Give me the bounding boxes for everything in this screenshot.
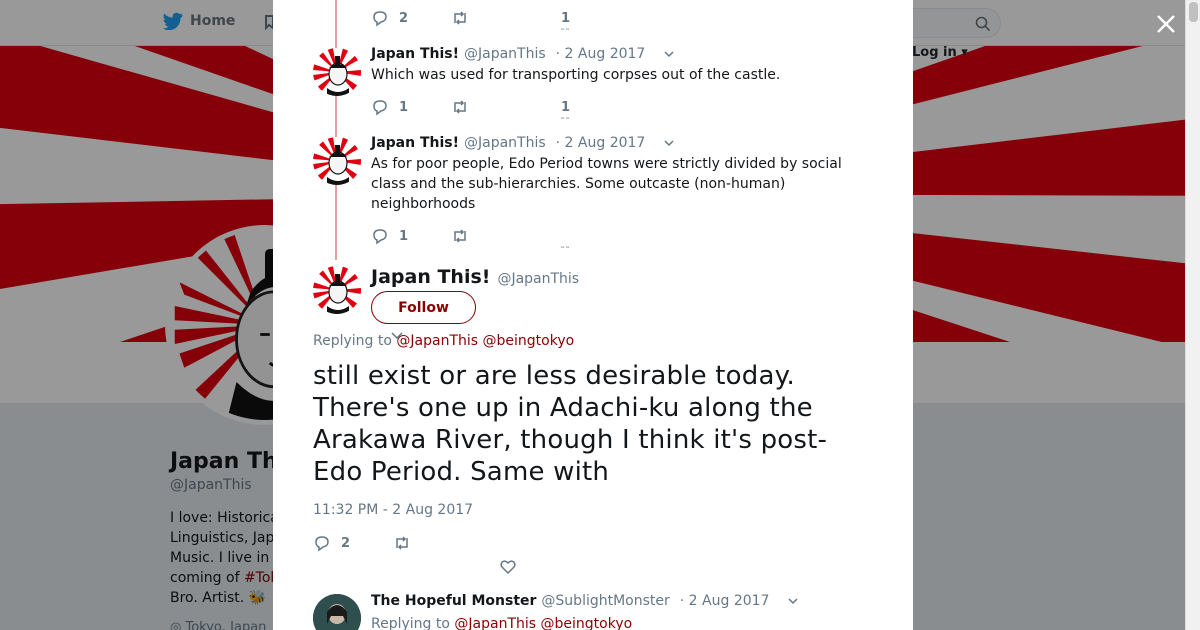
tweet-permalink-modal: 2 1 ˜˜ Japan This! @JapanThis · 2 Aug 20… — [273, 0, 913, 630]
reply-button[interactable]: 1 — [371, 227, 408, 245]
tweet-actions: 1 1 — [371, 98, 591, 118]
like-heart-icon[interactable] — [499, 558, 517, 576]
main-tweet-actions: 2 — [313, 534, 553, 556]
wave-glyph: ˜˜ — [560, 117, 570, 128]
tweet-author-name[interactable]: Japan This! — [371, 135, 459, 151]
retweet-icon — [454, 229, 466, 243]
retweet-icon — [396, 536, 408, 550]
like-count: 1 — [561, 11, 571, 26]
retweet-button[interactable] — [451, 9, 469, 27]
wave-glyph: ˜˜ — [560, 28, 570, 39]
tweet-author-handle[interactable]: @JapanThis — [464, 46, 546, 62]
thread-connector-line — [335, 0, 337, 260]
reply-button[interactable]: 1 — [371, 98, 408, 116]
retweet-button[interactable] — [393, 534, 411, 552]
main-tweet-author[interactable]: Japan This! @JapanThis — [371, 266, 579, 288]
wave-glyph: ˜˜ — [560, 246, 570, 257]
replying-to: Replying to @JapanThis @beingtokyo — [371, 616, 633, 630]
login-link[interactable]: Log in ▾ — [912, 45, 968, 60]
tweet-author-handle[interactable]: @SublightMonster — [541, 593, 669, 609]
tweet-author-name[interactable]: The Hopeful Monster — [371, 593, 536, 609]
chevron-down-icon[interactable] — [663, 48, 675, 60]
mention-link[interactable]: @beingtokyo — [541, 616, 633, 630]
retweet-button[interactable] — [451, 98, 469, 116]
avatar[interactable] — [313, 48, 361, 96]
avatar[interactable] — [313, 137, 361, 185]
reply-icon — [315, 536, 329, 552]
tweet-author-name[interactable]: Japan This! — [371, 46, 459, 62]
tweet-header: The Hopeful Monster @SublightMonster · 2… — [371, 593, 799, 609]
tweet-actions: 2 1 — [371, 9, 591, 29]
tweet-text: As for poor people, Edo Period towns wer… — [371, 156, 842, 212]
reply-icon — [373, 100, 387, 116]
reply-button[interactable]: 2 — [371, 9, 408, 27]
close-icon[interactable] — [1154, 12, 1178, 36]
follow-button[interactable]: Follow — [371, 291, 476, 324]
mention-link[interactable]: @JapanThis — [396, 333, 478, 349]
page-scrollbar[interactable] — [1185, 0, 1200, 630]
tweet-header: Japan This! @JapanThis · 2 Aug 2017 — [371, 46, 675, 62]
tweet-text: Which was used for transporting corpses … — [371, 67, 781, 83]
reply-icon — [373, 11, 387, 27]
retweet-icon — [454, 100, 466, 114]
main-tweet-timestamp[interactable]: 11:32 PM - 2 Aug 2017 — [313, 502, 473, 518]
avatar[interactable] — [313, 594, 361, 630]
mention-link[interactable]: @beingtokyo — [483, 333, 575, 349]
avatar[interactable] — [313, 266, 361, 314]
mention-link[interactable]: @JapanThis — [454, 616, 536, 630]
retweet-button[interactable] — [451, 227, 469, 245]
replying-to: Replying to @JapanThis @beingtokyo — [313, 333, 575, 349]
retweet-icon — [454, 11, 466, 25]
main-tweet-author-name[interactable]: Japan This! — [371, 266, 490, 288]
main-tweet-text: still exist or are less desirable today.… — [313, 361, 828, 487]
tweet-date[interactable]: · 2 Aug 2017 — [556, 135, 646, 151]
tweet-author-handle[interactable]: @JapanThis — [464, 135, 546, 151]
reply-button[interactable]: 2 — [313, 534, 350, 552]
main-tweet-author-handle[interactable]: @JapanThis — [497, 271, 579, 287]
tweet-header: Japan This! @JapanThis · 2 Aug 2017 — [371, 135, 675, 151]
chevron-down-icon[interactable] — [663, 137, 675, 149]
chevron-down-icon[interactable] — [787, 595, 799, 607]
tweet-actions: 1 — [371, 227, 591, 247]
tweet-date[interactable]: · 2 Aug 2017 — [556, 46, 646, 62]
reply-icon — [373, 229, 387, 245]
scrollbar-thumb[interactable] — [1189, 2, 1198, 22]
like-count: 1 — [561, 100, 571, 115]
tweet-date[interactable]: · 2 Aug 2017 — [680, 593, 770, 609]
